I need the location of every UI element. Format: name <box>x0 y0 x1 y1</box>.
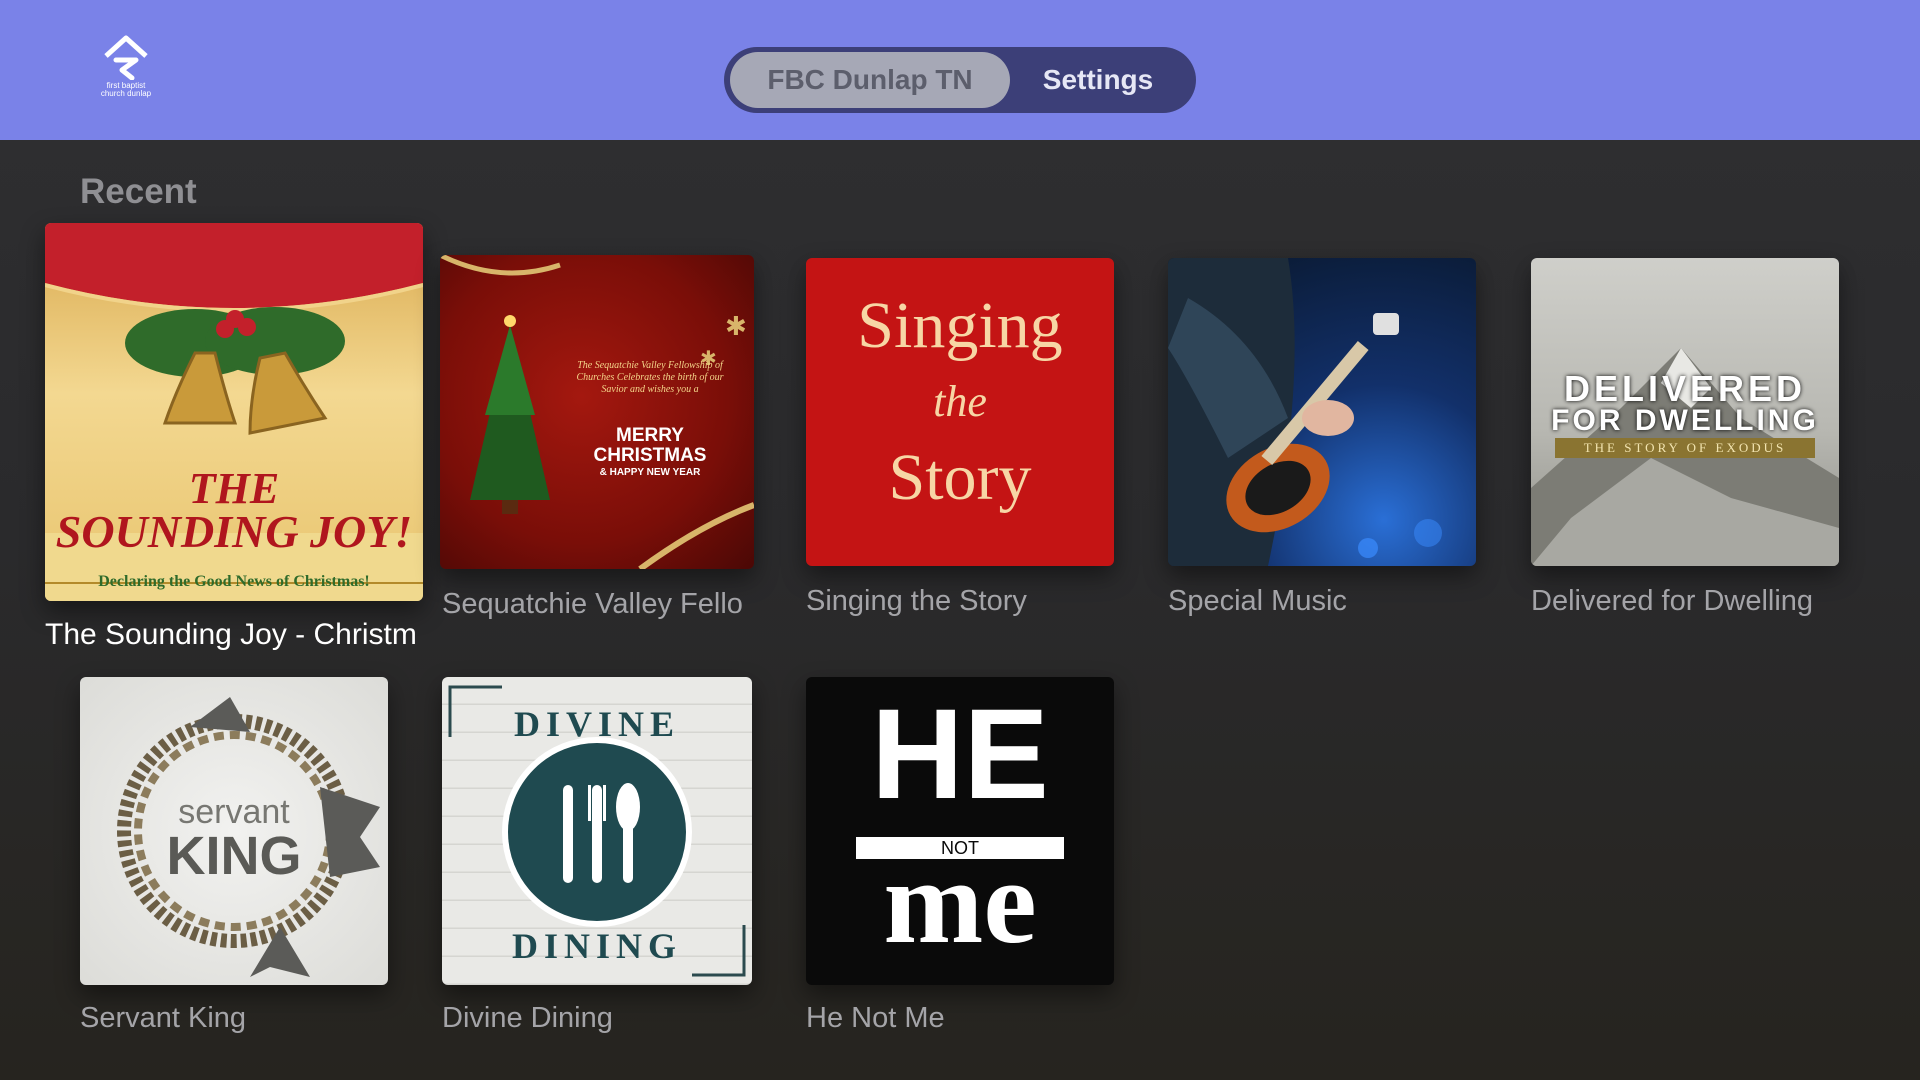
art-word-he: HE <box>871 683 1049 826</box>
media-title: The Sounding Joy - Christm <box>45 618 417 651</box>
thumbnail-he-not-me: HE NOT me <box>806 677 1114 985</box>
top-bar: first baptist church dunlap FBC Dunlap T… <box>0 0 1920 140</box>
art-tagline: Declaring the Good News of Christmas! <box>98 573 370 590</box>
media-title: Servant King <box>80 1002 247 1034</box>
art-message: The Sequatchie Valley Fellowship of Chur… <box>576 360 724 395</box>
art-merry: MERRY <box>616 425 684 446</box>
media-title: Sequatchie Valley Fello <box>442 588 743 620</box>
logo-text: first baptist church dunlap <box>100 81 152 98</box>
art-line-story-of-exodus: THE STORY OF EXODUS <box>1555 438 1815 458</box>
art-christmas: CHRISTMAS <box>593 445 707 466</box>
art-word-the: the <box>933 377 987 426</box>
christmas-tree-illustration: ✱ ✱ <box>440 255 754 569</box>
art-title-sounding-joy: SOUNDING JOY! <box>55 506 413 557</box>
media-title: Divine Dining <box>442 1002 613 1034</box>
art-new-year: & HAPPY NEW YEAR <box>599 467 701 478</box>
thumbnail-singing-the-story: Singing the Story <box>806 258 1114 566</box>
section-title-recent: Recent <box>80 172 197 211</box>
app-window: first baptist church dunlap FBC Dunlap T… <box>0 0 1920 1080</box>
art-word-king: KING <box>166 826 302 886</box>
thumbnail-sequatchie-valley: ✱ ✱ The Sequatchie Valley Fellowship of … <box>440 255 754 569</box>
svg-text:✱: ✱ <box>725 312 747 342</box>
art-word-story: Story <box>888 441 1032 514</box>
thumbnail-divine-dining: DIVINE DINING <box>442 677 752 985</box>
thumbnail-special-music <box>1168 258 1476 566</box>
art-word-me: me <box>883 835 1037 968</box>
art-word-divine: DIVINE <box>513 704 681 744</box>
tab-fbc-dunlap-tn[interactable]: FBC Dunlap TN <box>730 52 1010 108</box>
church-logo[interactable]: first baptist church dunlap <box>98 34 154 106</box>
thumbnail-sounding-joy: THE SOUNDING JOY! Declaring the Good New… <box>45 223 423 601</box>
art-line-for-dwelling: FOR DWELLING <box>1551 404 1819 437</box>
art-word-singing: Singing <box>857 289 1063 362</box>
tab-settings[interactable]: Settings <box>1010 52 1186 108</box>
thumbnail-delivered-for-dwelling: DELIVERED FOR DWELLING THE STORY OF EXOD… <box>1531 258 1839 566</box>
media-title: Singing the Story <box>806 585 1027 617</box>
house-arrow-icon <box>104 35 148 80</box>
media-title: Special Music <box>1168 585 1347 617</box>
guitar-player-illustration <box>1168 258 1442 566</box>
nav-tab-bar: FBC Dunlap TN Settings <box>724 47 1196 113</box>
art-word-dining: DINING <box>511 926 682 966</box>
media-title: He Not Me <box>806 1002 945 1034</box>
thumbnail-servant-king: servant KING <box>80 677 388 985</box>
media-title: Delivered for Dwelling <box>1531 585 1814 617</box>
